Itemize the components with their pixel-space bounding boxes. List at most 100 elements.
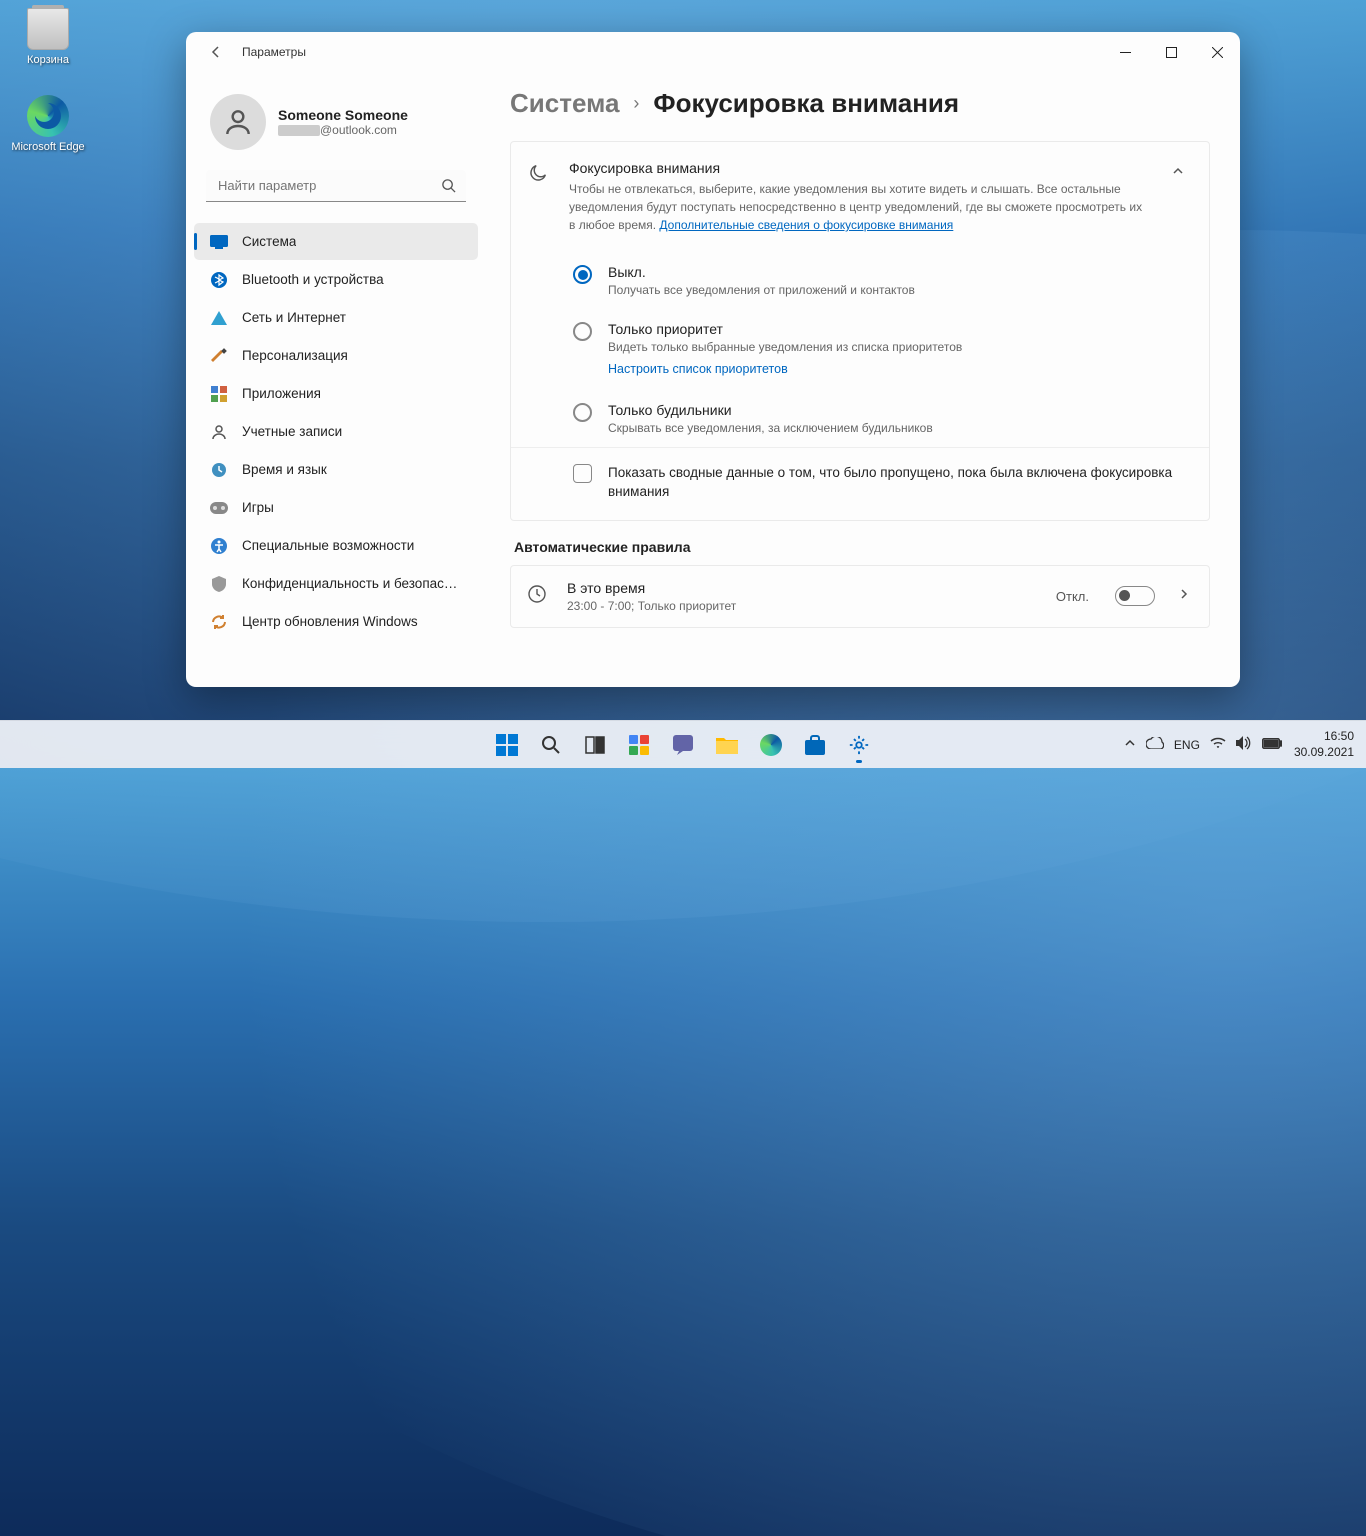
widgets-button[interactable] bbox=[619, 725, 659, 765]
radio-alarms[interactable] bbox=[573, 403, 592, 422]
network-icon bbox=[210, 309, 228, 327]
option-alarms[interactable]: Только будильники Скрывать все уведомлен… bbox=[511, 390, 1209, 447]
nav-label: Система bbox=[242, 234, 296, 249]
option-title: Только приоритет bbox=[608, 321, 962, 337]
nav-label: Приложения bbox=[242, 386, 321, 401]
content-area: Система › Фокусировка внимания Фокусиров… bbox=[486, 72, 1240, 687]
maximize-button[interactable] bbox=[1148, 32, 1194, 72]
breadcrumb: Система › Фокусировка внимания bbox=[510, 88, 1210, 119]
search-input[interactable] bbox=[206, 170, 466, 202]
close-button[interactable] bbox=[1194, 32, 1240, 72]
profile-section[interactable]: Someone Someone @outlook.com bbox=[190, 82, 482, 170]
option-priority[interactable]: Только приоритет Видеть только выбранные… bbox=[511, 309, 1209, 390]
volume-icon[interactable] bbox=[1236, 736, 1252, 753]
clock-icon bbox=[527, 584, 551, 609]
accessibility-icon bbox=[210, 537, 228, 555]
personalization-icon bbox=[210, 347, 228, 365]
nav-label: Время и язык bbox=[242, 462, 327, 477]
desktop-recycle-bin[interactable]: Корзина bbox=[8, 8, 88, 66]
recycle-bin-label: Корзина bbox=[8, 54, 88, 66]
checkbox-label: Показать сводные данные о том, что было … bbox=[608, 464, 1189, 502]
option-off[interactable]: Выкл. Получать все уведомления от прилож… bbox=[511, 252, 1209, 309]
learn-more-link[interactable]: Дополнительные сведения о фокусировке вн… bbox=[659, 218, 953, 232]
apps-icon bbox=[210, 385, 228, 403]
edge-button[interactable] bbox=[751, 725, 791, 765]
rule-desc: 23:00 - 7:00; Только приоритет bbox=[567, 599, 1040, 613]
profile-name: Someone Someone bbox=[278, 107, 408, 123]
chevron-right-icon: › bbox=[633, 93, 639, 114]
chat-button[interactable] bbox=[663, 725, 703, 765]
nav-label: Сеть и Интернет bbox=[242, 310, 346, 325]
radio-off[interactable] bbox=[573, 265, 592, 284]
nav-apps[interactable]: Приложения bbox=[194, 375, 478, 412]
page-title: Фокусировка внимания bbox=[653, 88, 959, 119]
option-desc: Видеть только выбранные уведомления из с… bbox=[608, 340, 962, 354]
nav-label: Игры bbox=[242, 500, 274, 515]
rule-title: В это время bbox=[567, 580, 1040, 596]
nav-privacy[interactable]: Конфиденциальность и безопасность bbox=[194, 565, 478, 602]
wifi-icon[interactable] bbox=[1210, 737, 1226, 752]
edge-label: Microsoft Edge bbox=[8, 141, 88, 153]
option-desc: Скрывать все уведомления, за исключением… bbox=[608, 421, 933, 435]
window-title: Параметры bbox=[242, 45, 306, 59]
nav-label: Учетные записи bbox=[242, 424, 342, 439]
date: 30.09.2021 bbox=[1294, 745, 1354, 761]
time-icon bbox=[210, 461, 228, 479]
accounts-icon bbox=[210, 423, 228, 441]
privacy-icon bbox=[210, 575, 228, 593]
desktop-edge[interactable]: Microsoft Edge bbox=[8, 95, 88, 153]
settings-window: Параметры Someone Someone @outlook.com bbox=[186, 32, 1240, 687]
time: 16:50 bbox=[1294, 729, 1354, 745]
option-summary[interactable]: Показать сводные данные о том, что было … bbox=[511, 447, 1209, 520]
language-indicator[interactable]: ENG bbox=[1174, 738, 1200, 752]
explorer-button[interactable] bbox=[707, 725, 747, 765]
card-description: Чтобы не отвлекаться, выберите, какие ув… bbox=[569, 180, 1151, 234]
chevron-right-icon[interactable] bbox=[1177, 587, 1191, 606]
option-title: Выкл. bbox=[608, 264, 915, 280]
tray-expand-icon[interactable] bbox=[1124, 737, 1136, 752]
checkbox-summary[interactable] bbox=[573, 464, 592, 483]
clock[interactable]: 16:50 30.09.2021 bbox=[1294, 729, 1354, 760]
nav-system[interactable]: Система bbox=[194, 223, 478, 260]
nav-label: Bluetooth и устройства bbox=[242, 272, 384, 287]
task-view-button[interactable] bbox=[575, 725, 615, 765]
sidebar: Someone Someone @outlook.com Система Blu… bbox=[186, 72, 486, 687]
moon-icon bbox=[527, 162, 553, 189]
nav-accessibility[interactable]: Специальные возможности bbox=[194, 527, 478, 564]
breadcrumb-parent[interactable]: Система bbox=[510, 88, 619, 119]
nav-update[interactable]: Центр обновления Windows bbox=[194, 603, 478, 640]
onedrive-icon[interactable] bbox=[1146, 737, 1164, 752]
search-field[interactable] bbox=[206, 170, 466, 202]
option-desc: Получать все уведомления от приложений и… bbox=[608, 283, 915, 297]
nav-gaming[interactable]: Игры bbox=[194, 489, 478, 526]
nav-label: Специальные возможности bbox=[242, 538, 414, 553]
option-title: Только будильники bbox=[608, 402, 933, 418]
start-button[interactable] bbox=[487, 725, 527, 765]
rule-time[interactable]: В это время 23:00 - 7:00; Только приорит… bbox=[510, 565, 1210, 628]
gaming-icon bbox=[210, 499, 228, 517]
rule-status: Откл. bbox=[1056, 589, 1089, 604]
edge-icon bbox=[27, 95, 69, 137]
avatar bbox=[210, 94, 266, 150]
taskbar: ENG 16:50 30.09.2021 bbox=[0, 720, 1366, 768]
collapse-button[interactable] bbox=[1167, 160, 1189, 187]
nav-accounts[interactable]: Учетные записи bbox=[194, 413, 478, 450]
store-button[interactable] bbox=[795, 725, 835, 765]
nav-personalization[interactable]: Персонализация bbox=[194, 337, 478, 374]
radio-priority[interactable] bbox=[573, 322, 592, 341]
nav-network[interactable]: Сеть и Интернет bbox=[194, 299, 478, 336]
nav-label: Конфиденциальность и безопасность bbox=[242, 576, 462, 591]
recycle-bin-icon bbox=[27, 8, 69, 50]
nav-bluetooth[interactable]: Bluetooth и устройства bbox=[194, 261, 478, 298]
rule-toggle[interactable] bbox=[1115, 586, 1155, 606]
back-button[interactable] bbox=[200, 36, 232, 68]
settings-button[interactable] bbox=[839, 725, 879, 765]
minimize-button[interactable] bbox=[1102, 32, 1148, 72]
nav-time[interactable]: Время и язык bbox=[194, 451, 478, 488]
system-icon bbox=[210, 233, 228, 251]
customize-priority-link[interactable]: Настроить список приоритетов bbox=[608, 362, 788, 376]
battery-icon[interactable] bbox=[1262, 738, 1282, 752]
nav-label: Центр обновления Windows bbox=[242, 614, 418, 629]
search-button[interactable] bbox=[531, 725, 571, 765]
focus-assist-card: Фокусировка внимания Чтобы не отвлекатьс… bbox=[510, 141, 1210, 521]
